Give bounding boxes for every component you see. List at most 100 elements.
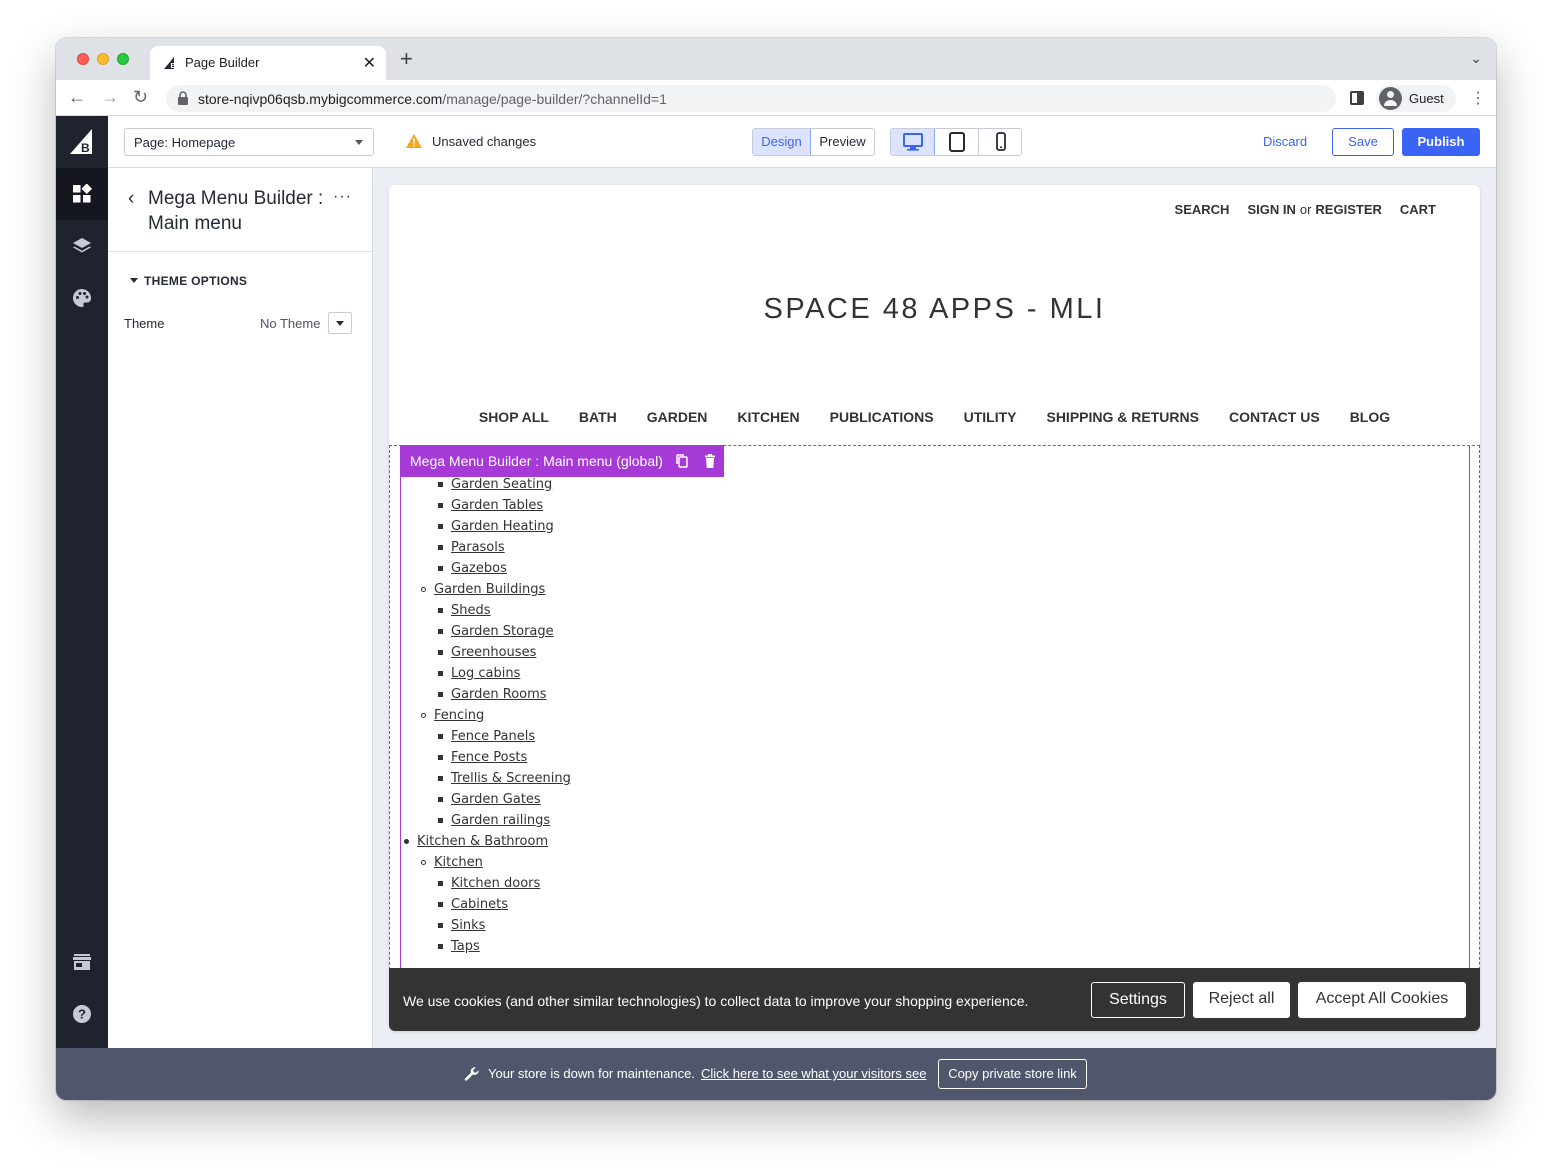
- bullet-icon: [438, 902, 443, 907]
- theme-select-value[interactable]: No Theme: [260, 316, 320, 331]
- forward-icon[interactable]: →: [101, 87, 119, 107]
- nav-item-bath[interactable]: BATH: [579, 409, 617, 425]
- tab-search-chevron-icon[interactable]: ⌄: [1470, 50, 1482, 67]
- widget-settings-panel: ‹ Mega Menu Builder : Main menu ··· THEME…: [108, 168, 373, 1048]
- menu-link[interactable]: Gazebos: [451, 561, 507, 576]
- theme-options-section-toggle[interactable]: THEME OPTIONS: [130, 274, 247, 288]
- nav-item-contact-us[interactable]: CONTACT US: [1229, 409, 1320, 425]
- menu-link[interactable]: Garden Buildings: [434, 582, 545, 597]
- preview-mode-button[interactable]: Preview: [811, 129, 874, 155]
- tablet-view-button[interactable]: [935, 129, 979, 155]
- theme-dropdown-button[interactable]: [328, 312, 352, 334]
- theme-label: Theme: [124, 316, 165, 331]
- help-nav-button[interactable]: ?: [56, 988, 108, 1040]
- duplicate-icon[interactable]: [674, 453, 690, 469]
- menu-link[interactable]: Kitchen & Bathroom: [417, 834, 548, 849]
- menu-link[interactable]: Taps: [451, 939, 480, 954]
- menu-link[interactable]: Garden Storage: [451, 624, 554, 639]
- bullet-icon: [421, 860, 426, 865]
- back-icon[interactable]: ←: [68, 87, 86, 107]
- maintenance-message: Your store is down for maintenance.: [488, 1066, 695, 1081]
- menu-link[interactable]: Fence Panels: [451, 729, 535, 744]
- svg-text:B: B: [171, 63, 176, 70]
- menu-link[interactable]: Sinks: [451, 918, 485, 933]
- save-button[interactable]: Save: [1332, 128, 1394, 156]
- search-link[interactable]: SEARCH: [1175, 202, 1230, 217]
- nav-item-blog[interactable]: BLOG: [1350, 409, 1390, 425]
- theme-styles-nav-button[interactable]: [56, 272, 108, 324]
- menu-list-item: Taps: [438, 936, 480, 957]
- reject-all-button[interactable]: Reject all: [1193, 982, 1290, 1018]
- menu-link[interactable]: Fence Posts: [451, 750, 527, 765]
- nav-item-garden[interactable]: GARDEN: [647, 409, 708, 425]
- avatar: [1379, 87, 1402, 110]
- address-bar[interactable]: store-nqivp06qsb.mybigcommerce.com/manag…: [166, 85, 1336, 112]
- browser-tab[interactable]: B Page Builder ✕: [150, 46, 386, 80]
- widgets-icon: [73, 184, 92, 203]
- mobile-view-button[interactable]: [979, 129, 1021, 155]
- menu-link[interactable]: Garden Tables: [451, 498, 543, 513]
- menu-link[interactable]: Garden Gates: [451, 792, 541, 807]
- discard-button[interactable]: Discard: [1263, 134, 1307, 149]
- menu-link[interactable]: Greenhouses: [451, 645, 536, 660]
- url-path: /manage/page-builder/?channelId=1: [442, 91, 667, 107]
- register-link[interactable]: REGISTER: [1315, 202, 1381, 217]
- tab-close-icon[interactable]: ✕: [363, 53, 376, 73]
- close-window-button[interactable]: [77, 53, 89, 65]
- reload-icon[interactable]: ↻: [133, 87, 148, 107]
- maximize-window-button[interactable]: [117, 53, 129, 65]
- nav-item-publications[interactable]: PUBLICATIONS: [830, 409, 934, 425]
- storefront-nav-button[interactable]: [56, 936, 108, 988]
- menu-list-item: Garden Heating: [438, 516, 554, 537]
- minimize-window-button[interactable]: [97, 53, 109, 65]
- side-panel-icon[interactable]: [1350, 91, 1364, 105]
- publish-button[interactable]: Publish: [1402, 128, 1480, 156]
- panel-title: ‹ Mega Menu Builder : Main menu: [128, 186, 328, 236]
- menu-link[interactable]: Garden Heating: [451, 519, 554, 534]
- menu-link[interactable]: Garden railings: [451, 813, 550, 828]
- bigcommerce-logo[interactable]: B: [56, 116, 108, 168]
- menu-link[interactable]: Kitchen: [434, 855, 483, 870]
- browser-menu-icon[interactable]: ⋮: [1470, 88, 1486, 108]
- nav-item-kitchen[interactable]: KITCHEN: [737, 409, 799, 425]
- menu-link[interactable]: Log cabins: [451, 666, 520, 681]
- sign-in-link[interactable]: SIGN IN: [1247, 202, 1295, 217]
- menu-link[interactable]: Kitchen doors: [451, 876, 540, 891]
- mega-menu-widget[interactable]: [400, 445, 1470, 1031]
- new-tab-button[interactable]: +: [400, 48, 413, 70]
- page-select[interactable]: Page: Homepage: [124, 128, 374, 156]
- cart-link[interactable]: CART: [1400, 202, 1436, 217]
- visitor-view-link[interactable]: Click here to see what your visitors see: [701, 1066, 926, 1081]
- menu-link[interactable]: Garden Rooms: [451, 687, 547, 702]
- more-options-icon[interactable]: ···: [333, 188, 352, 206]
- cookie-settings-button[interactable]: Settings: [1091, 982, 1185, 1018]
- widget-label: Mega Menu Builder : Main menu (global): [410, 453, 663, 469]
- delete-icon[interactable]: [702, 453, 718, 469]
- desktop-view-button[interactable]: [891, 129, 935, 155]
- menu-link[interactable]: Trellis & Screening: [451, 771, 571, 786]
- menu-link[interactable]: Sheds: [451, 603, 491, 618]
- menu-link[interactable]: Fencing: [434, 708, 484, 723]
- desktop-icon: [903, 133, 923, 151]
- back-chevron-icon[interactable]: ‹: [128, 186, 148, 211]
- or-text: or: [1299, 202, 1312, 217]
- bullet-icon: [438, 545, 443, 550]
- nav-item-shop-all[interactable]: SHOP ALL: [479, 409, 549, 425]
- store-name[interactable]: SPACE 48 APPS - MLI: [389, 293, 1480, 326]
- layers-nav-button[interactable]: [56, 220, 108, 272]
- menu-link[interactable]: Parasols: [451, 540, 505, 555]
- browser-tab-bar: B Page Builder ✕ + ⌄: [56, 38, 1496, 80]
- accept-all-cookies-button[interactable]: Accept All Cookies: [1298, 982, 1466, 1018]
- page-select-label: Page: Homepage: [134, 135, 236, 150]
- bullet-icon: [438, 755, 443, 760]
- menu-link[interactable]: Garden Seating: [451, 477, 552, 492]
- menu-list-item: Garden railings: [438, 810, 550, 831]
- design-mode-button[interactable]: Design: [753, 129, 811, 155]
- widgets-nav-button[interactable]: [56, 168, 108, 220]
- profile-button[interactable]: Guest: [1376, 85, 1456, 112]
- copy-private-store-link-button[interactable]: Copy private store link: [938, 1059, 1087, 1089]
- menu-link[interactable]: Cabinets: [451, 897, 508, 912]
- nav-item-shipping-returns[interactable]: SHIPPING & RETURNS: [1046, 409, 1198, 425]
- wrench-icon: [464, 1067, 479, 1081]
- nav-item-utility[interactable]: UTILITY: [964, 409, 1017, 425]
